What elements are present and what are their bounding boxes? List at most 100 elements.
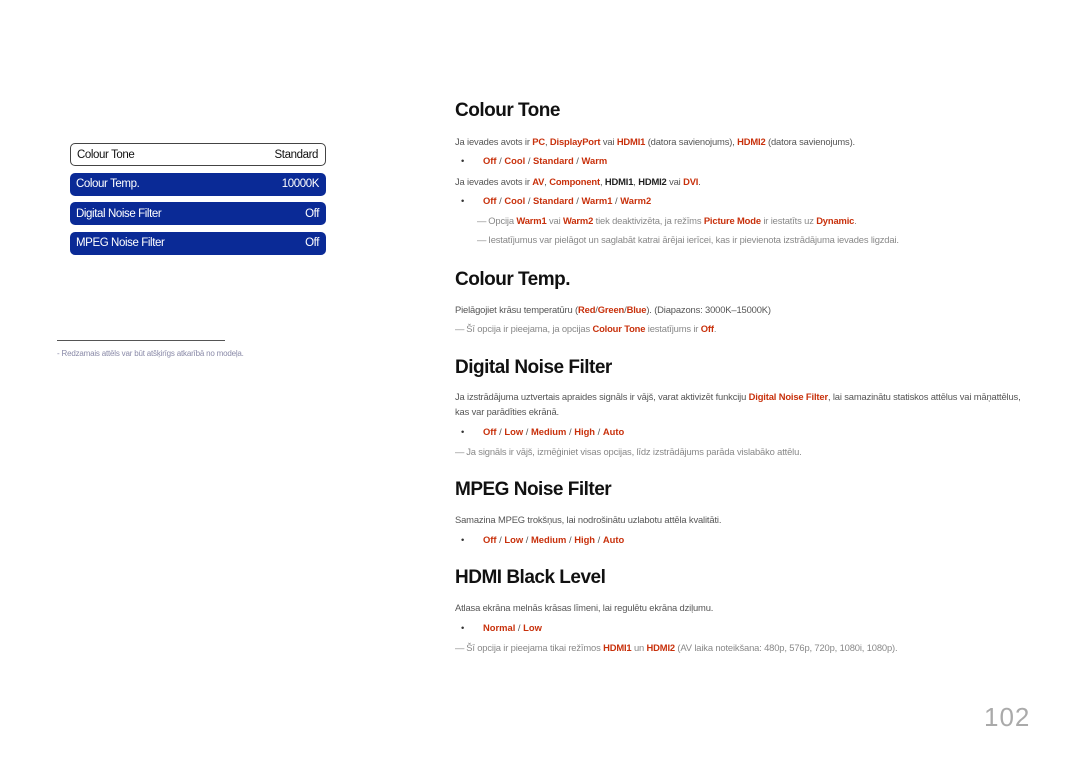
option-value: Warm2 <box>620 195 652 206</box>
osd-item-label: Colour Tone <box>77 148 135 161</box>
text-run: Ja ievades avots ir <box>455 176 533 187</box>
note-dash-icon: — <box>455 323 465 334</box>
note-dash-icon: — <box>477 234 487 245</box>
text-run: (datora savienojums). <box>765 136 856 147</box>
osd-item-label: Colour Temp. <box>76 178 140 190</box>
option-value: Cool <box>504 155 526 166</box>
text-run: ). (Diapazons: 3000K–15000K) <box>646 304 771 315</box>
mpeg-noise-options: • Off / Low / Medium / High / Auto <box>455 534 624 545</box>
osd-item-label: MPEG Noise Filter <box>76 237 165 249</box>
section-title-digital-noise-filter: Digital Noise Filter <box>455 357 612 378</box>
text-run: vai <box>600 136 617 147</box>
section-title-hdmi-black-level: HDMI Black Level <box>455 567 606 588</box>
highlight-term: HDMI2 <box>646 642 676 653</box>
osd-item-colour-tone[interactable]: Colour Tone Standard <box>70 143 326 166</box>
option-value: Auto <box>602 426 625 437</box>
option-separator: / <box>515 622 524 633</box>
highlight-term: Component <box>549 176 600 187</box>
option-value: Normal <box>483 622 516 633</box>
colour-tone-note1: — Opcija Warm1 vai Warm2 tiek deaktivizēt… <box>477 215 857 226</box>
text-run: Ja izstrādājuma uztvertais apraides sign… <box>455 391 749 402</box>
colour-tone-note2: — Iestatījumus var pielāgot un saglabāt k… <box>477 234 899 245</box>
hdmi-black-note1: — Šī opcija ir pieejama tikai režīmos HDM… <box>455 642 898 653</box>
text-run: ir iestatīts uz <box>760 215 817 226</box>
highlight-term: Warm2 <box>563 215 594 226</box>
highlight-term: HDMI1 <box>616 136 646 147</box>
option-value: Warm <box>581 155 608 166</box>
osd-item-digital-noise-filter[interactable]: Digital Noise Filter Off <box>70 202 326 225</box>
option-value: Low <box>504 534 524 545</box>
option-separator: / <box>523 426 531 437</box>
option-value: Low <box>523 622 542 633</box>
text-run: Šī opcija ir pieejama, ja opcijas <box>466 323 593 334</box>
option-value: Off <box>483 155 497 166</box>
bullet-icon: • <box>461 622 465 633</box>
highlight-term: DVI <box>683 176 699 187</box>
colour-tone-line2: Ja ievades avots ir AV, Component, HDMI1… <box>455 176 701 187</box>
text-run: Pielāgojiet krāsu temperatūru ( <box>455 304 579 315</box>
bullet-icon: • <box>461 155 465 166</box>
text-run: iestatījums ir <box>645 323 701 334</box>
option-separator: / <box>525 155 534 166</box>
colour-temp-note1: — Šī opcija ir pieejama, ja opcijas Colou… <box>455 323 716 334</box>
highlight-term: Colour Tone <box>592 323 646 334</box>
osd-item-mpeg-noise-filter[interactable]: MPEG Noise Filter Off <box>70 231 326 255</box>
bullet-icon: • <box>461 534 465 545</box>
section-title-colour-tone: Colour Tone <box>455 100 560 121</box>
text-run: un <box>631 642 647 653</box>
highlight-term: HDMI2 <box>737 136 766 147</box>
osd-item-value: Off <box>305 237 319 249</box>
osd-item-label: Digital Noise Filter <box>76 207 162 220</box>
option-separator: / <box>525 195 534 206</box>
osd-item-value: Standard <box>274 148 319 161</box>
mpeg-noise-line1: Samazina MPEG trokšņus, lai nodrošinātu … <box>455 514 722 525</box>
bullet-icon: • <box>461 426 465 437</box>
option-value: Warm1 <box>581 195 613 206</box>
option-value: Medium <box>530 534 567 545</box>
bold-term: HDMI1 <box>604 176 634 187</box>
colour-temp-line1: Pielāgojiet krāsu temperatūru (Red/Green… <box>455 304 771 315</box>
text-run: Šī opcija ir pieejama tikai režīmos <box>466 642 604 653</box>
colour-tone-options2: • Off / Cool / Standard / Warm1 / Warm2 <box>455 195 651 206</box>
highlight-term: AV <box>532 176 545 187</box>
text-run: Ja ievades avots ir <box>455 136 533 147</box>
highlight-term: Blue <box>626 304 647 315</box>
highlight-term: Picture Mode <box>703 215 761 226</box>
text-run: (AV laika noteikšana: 480p, 576p, 720p, … <box>674 642 898 653</box>
highlight-term: Dynamic <box>816 215 855 226</box>
text-run: (datora savienojums), <box>645 136 738 147</box>
note-dash-icon: — <box>477 215 487 226</box>
bold-term: HDMI2 <box>638 176 667 187</box>
section-title-mpeg-noise-filter: MPEG Noise Filter <box>455 479 612 500</box>
text-run: . <box>698 176 701 187</box>
option-value: Off <box>483 195 497 206</box>
osd-item-value: 10000K <box>281 178 320 190</box>
option-value: Medium <box>530 426 567 437</box>
section-title-colour-temp: Colour Temp. <box>455 269 571 290</box>
option-value: Auto <box>602 534 625 545</box>
page-number: 102 <box>984 702 1031 732</box>
option-value: Off <box>483 534 497 545</box>
hdmi-black-options: • Normal / Low <box>455 622 542 633</box>
footnote: - Redzamais attēls var būt atšķirīgs atk… <box>57 349 244 358</box>
option-separator: / <box>523 534 531 545</box>
option-separator: / <box>595 534 603 545</box>
option-value: Standard <box>533 195 574 206</box>
highlight-term: PC <box>532 136 545 147</box>
option-separator: / <box>595 426 603 437</box>
option-value: Low <box>504 426 524 437</box>
highlight-term: Digital Noise Filter <box>748 391 828 402</box>
digital-noise-note1: — Ja signāls ir vājš, izmēģiniet visas op… <box>455 446 802 457</box>
text-run: vai <box>546 215 563 226</box>
text-run: vai <box>666 176 684 187</box>
text-run: Iestatījumus var pielāgot un saglabāt ka… <box>488 234 899 245</box>
text-run: . <box>713 323 717 334</box>
osd-item-colour-temp[interactable]: Colour Temp. 10000K <box>70 172 326 196</box>
highlight-term: Off <box>700 323 714 334</box>
digital-noise-options: • Off / Low / Medium / High / Auto <box>455 426 624 437</box>
option-value: Off <box>483 426 497 437</box>
hdmi-black-line1: Atlasa ekrāna melnās krāsas līmeni, lai … <box>455 602 714 613</box>
option-value: Standard <box>533 155 574 166</box>
highlight-term: Green <box>597 304 625 315</box>
colour-tone-options1: • Off / Cool / Standard / Warm <box>455 155 607 166</box>
